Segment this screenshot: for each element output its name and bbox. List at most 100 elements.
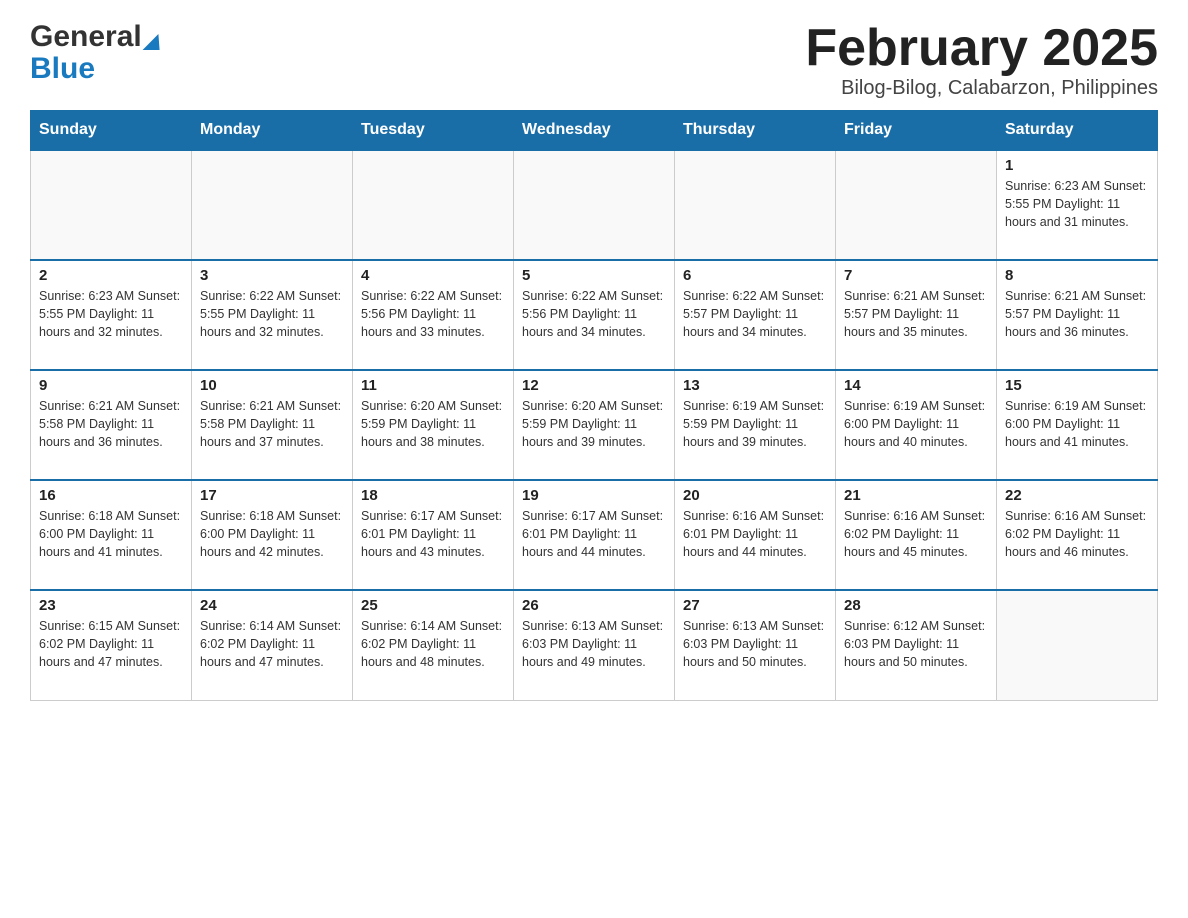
calendar-cell [514, 150, 675, 260]
day-info: Sunrise: 6:22 AM Sunset: 5:55 PM Dayligh… [200, 287, 344, 341]
page-header: General Blue February 2025 Bilog-Bilog, … [30, 20, 1158, 100]
calendar-cell: 11Sunrise: 6:20 AM Sunset: 5:59 PM Dayli… [353, 370, 514, 480]
day-number: 3 [200, 267, 344, 284]
day-number: 16 [39, 487, 183, 504]
calendar-week-3: 9 Sunrise: 6:21 AM Sunset: 5:58 PM Daylig… [31, 370, 1158, 480]
day-info: Sunrise: 6:21 AM Sunset: 5:58 PM Dayligh… [200, 397, 344, 451]
calendar-cell: 14 Sunrise: 6:19 AM Sunset: 6:00 PM Dayli… [836, 370, 997, 480]
day-info: Sunrise: 6:17 AM Sunset: 6:01 PM Dayligh… [522, 507, 666, 561]
calendar-cell: 4Sunrise: 6:22 AM Sunset: 5:56 PM Daylig… [353, 260, 514, 370]
day-number: 15 [1005, 377, 1149, 394]
day-number: 12 [522, 377, 666, 394]
weekday-monday: Monday [192, 111, 353, 151]
calendar-cell [353, 150, 514, 260]
calendar-cell: 12 Sunrise: 6:20 AM Sunset: 5:59 PM Dayli… [514, 370, 675, 480]
logo: General Blue [30, 20, 161, 86]
weekday-thursday: Thursday [675, 111, 836, 151]
calendar-cell: 25 Sunrise: 6:14 AM Sunset: 6:02 PM Dayli… [353, 590, 514, 700]
calendar-table: SundayMondayTuesdayWednesdayThursdayFrid… [30, 110, 1158, 701]
day-number: 21 [844, 487, 988, 504]
day-info: Sunrise: 6:19 AM Sunset: 5:59 PM Dayligh… [683, 397, 827, 451]
day-number: 17 [200, 487, 344, 504]
calendar-header: SundayMondayTuesdayWednesdayThursdayFrid… [31, 111, 1158, 151]
day-number: 5 [522, 267, 666, 284]
day-info: Sunrise: 6:21 AM Sunset: 5:57 PM Dayligh… [1005, 287, 1149, 341]
calendar-cell: 26 Sunrise: 6:13 AM Sunset: 6:03 PM Dayli… [514, 590, 675, 700]
day-info: Sunrise: 6:16 AM Sunset: 6:02 PM Dayligh… [844, 507, 988, 561]
calendar-week-2: 2 Sunrise: 6:23 AM Sunset: 5:55 PM Daylig… [31, 260, 1158, 370]
day-number: 14 [844, 377, 988, 394]
day-info: Sunrise: 6:16 AM Sunset: 6:02 PM Dayligh… [1005, 507, 1149, 561]
day-info: Sunrise: 6:21 AM Sunset: 5:58 PM Dayligh… [39, 397, 183, 451]
day-number: 13 [683, 377, 827, 394]
day-info: Sunrise: 6:16 AM Sunset: 6:01 PM Dayligh… [683, 507, 827, 561]
day-number: 8 [1005, 267, 1149, 284]
day-info: Sunrise: 6:20 AM Sunset: 5:59 PM Dayligh… [522, 397, 666, 451]
day-info: Sunrise: 6:12 AM Sunset: 6:03 PM Dayligh… [844, 617, 988, 671]
calendar-cell [675, 150, 836, 260]
day-info: Sunrise: 6:23 AM Sunset: 5:55 PM Dayligh… [1005, 177, 1149, 231]
day-number: 24 [200, 597, 344, 614]
calendar-cell: 8 Sunrise: 6:21 AM Sunset: 5:57 PM Daylig… [997, 260, 1158, 370]
calendar-cell: 5 Sunrise: 6:22 AM Sunset: 5:56 PM Daylig… [514, 260, 675, 370]
day-info: Sunrise: 6:17 AM Sunset: 6:01 PM Dayligh… [361, 507, 505, 561]
day-info: Sunrise: 6:13 AM Sunset: 6:03 PM Dayligh… [683, 617, 827, 671]
logo-general: General [30, 20, 161, 54]
calendar-cell: 21 Sunrise: 6:16 AM Sunset: 6:02 PM Dayli… [836, 480, 997, 590]
logo-blue: Blue [30, 52, 95, 86]
day-info: Sunrise: 6:13 AM Sunset: 6:03 PM Dayligh… [522, 617, 666, 671]
calendar-cell: 6 Sunrise: 6:22 AM Sunset: 5:57 PM Daylig… [675, 260, 836, 370]
calendar-cell: 13 Sunrise: 6:19 AM Sunset: 5:59 PM Dayli… [675, 370, 836, 480]
day-number: 19 [522, 487, 666, 504]
calendar-cell: 3 Sunrise: 6:22 AM Sunset: 5:55 PM Daylig… [192, 260, 353, 370]
calendar-cell: 10 Sunrise: 6:21 AM Sunset: 5:58 PM Dayli… [192, 370, 353, 480]
calendar-cell: 28 Sunrise: 6:12 AM Sunset: 6:03 PM Dayli… [836, 590, 997, 700]
day-number: 18 [361, 487, 505, 504]
calendar-week-4: 16 Sunrise: 6:18 AM Sunset: 6:00 PM Dayli… [31, 480, 1158, 590]
day-info: Sunrise: 6:22 AM Sunset: 5:56 PM Dayligh… [361, 287, 505, 341]
day-number: 26 [522, 597, 666, 614]
day-info: Sunrise: 6:22 AM Sunset: 5:57 PM Dayligh… [683, 287, 827, 341]
day-info: Sunrise: 6:22 AM Sunset: 5:56 PM Dayligh… [522, 287, 666, 341]
day-number: 20 [683, 487, 827, 504]
calendar-body: 1 Sunrise: 6:23 AM Sunset: 5:55 PM Daylig… [31, 150, 1158, 700]
day-number: 2 [39, 267, 183, 284]
calendar-cell [997, 590, 1158, 700]
calendar-cell: 23 Sunrise: 6:15 AM Sunset: 6:02 PM Dayli… [31, 590, 192, 700]
month-title: February 2025 [805, 20, 1158, 77]
day-number: 23 [39, 597, 183, 614]
calendar-cell: 15Sunrise: 6:19 AM Sunset: 6:00 PM Dayli… [997, 370, 1158, 480]
day-number: 9 [39, 377, 183, 394]
day-info: Sunrise: 6:15 AM Sunset: 6:02 PM Dayligh… [39, 617, 183, 671]
calendar-cell [192, 150, 353, 260]
weekday-tuesday: Tuesday [353, 111, 514, 151]
day-info: Sunrise: 6:20 AM Sunset: 5:59 PM Dayligh… [361, 397, 505, 451]
day-number: 1 [1005, 157, 1149, 174]
weekday-saturday: Saturday [997, 111, 1158, 151]
calendar-week-5: 23 Sunrise: 6:15 AM Sunset: 6:02 PM Dayli… [31, 590, 1158, 700]
weekday-header-row: SundayMondayTuesdayWednesdayThursdayFrid… [31, 111, 1158, 151]
day-info: Sunrise: 6:14 AM Sunset: 6:02 PM Dayligh… [361, 617, 505, 671]
day-info: Sunrise: 6:19 AM Sunset: 6:00 PM Dayligh… [844, 397, 988, 451]
day-number: 28 [844, 597, 988, 614]
day-info: Sunrise: 6:23 AM Sunset: 5:55 PM Dayligh… [39, 287, 183, 341]
calendar-week-1: 1 Sunrise: 6:23 AM Sunset: 5:55 PM Daylig… [31, 150, 1158, 260]
location-title: Bilog-Bilog, Calabarzon, Philippines [805, 77, 1158, 100]
day-info: Sunrise: 6:18 AM Sunset: 6:00 PM Dayligh… [39, 507, 183, 561]
title-section: February 2025 Bilog-Bilog, Calabarzon, P… [805, 20, 1158, 100]
calendar-cell: 16 Sunrise: 6:18 AM Sunset: 6:00 PM Dayli… [31, 480, 192, 590]
calendar-cell: 22Sunrise: 6:16 AM Sunset: 6:02 PM Dayli… [997, 480, 1158, 590]
day-number: 6 [683, 267, 827, 284]
calendar-cell: 17 Sunrise: 6:18 AM Sunset: 6:00 PM Dayli… [192, 480, 353, 590]
calendar-cell: 18 Sunrise: 6:17 AM Sunset: 6:01 PM Dayli… [353, 480, 514, 590]
day-number: 10 [200, 377, 344, 394]
calendar-cell [31, 150, 192, 260]
weekday-friday: Friday [836, 111, 997, 151]
day-info: Sunrise: 6:18 AM Sunset: 6:00 PM Dayligh… [200, 507, 344, 561]
day-number: 25 [361, 597, 505, 614]
calendar-cell: 27Sunrise: 6:13 AM Sunset: 6:03 PM Dayli… [675, 590, 836, 700]
calendar-cell: 9 Sunrise: 6:21 AM Sunset: 5:58 PM Daylig… [31, 370, 192, 480]
calendar-cell: 1 Sunrise: 6:23 AM Sunset: 5:55 PM Daylig… [997, 150, 1158, 260]
day-info: Sunrise: 6:21 AM Sunset: 5:57 PM Dayligh… [844, 287, 988, 341]
day-number: 7 [844, 267, 988, 284]
